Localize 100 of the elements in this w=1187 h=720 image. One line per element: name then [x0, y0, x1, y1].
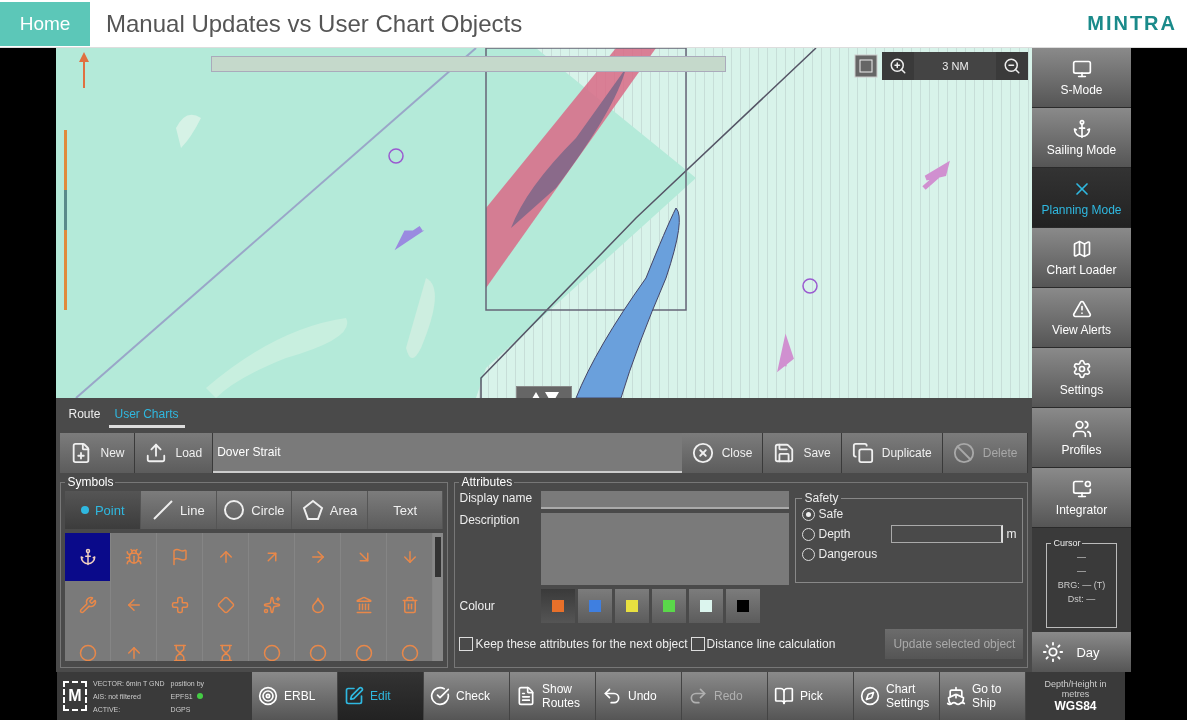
direction-arrow — [395, 225, 424, 251]
zoom-out-button[interactable] — [996, 52, 1029, 80]
bug-icon — [124, 548, 143, 566]
symbol-type-tab[interactable]: Line — [141, 491, 217, 529]
copy-icon — [851, 442, 874, 464]
north-arrow-icon — [78, 52, 91, 88]
cursor-reading: BRG: — (T) — [1057, 579, 1106, 592]
field-label: Description — [459, 513, 521, 527]
ship-icon — [946, 686, 966, 706]
toolbar-button[interactable]: Edit — [338, 672, 424, 720]
edit-icon — [344, 686, 364, 706]
cursor-reading: — — [1077, 565, 1086, 578]
toolbar-button[interactable]: Show Routes — [510, 672, 596, 720]
logo: MINTRA — [1087, 12, 1177, 35]
group-title: Symbols — [66, 475, 115, 489]
toolbar-button[interactable]: Check — [424, 672, 510, 720]
unit-label: m — [1006, 527, 1017, 541]
panel-tab[interactable]: Route — [62, 403, 107, 428]
zoom-in-icon — [889, 57, 908, 75]
symbol-type-tab[interactable]: Point — [65, 491, 142, 529]
alert-icon — [1071, 298, 1092, 319]
mode-button[interactable]: Settings — [1032, 348, 1131, 408]
radio-label: Dangerous — [818, 547, 878, 561]
file-action-button[interactable]: New — [60, 433, 136, 473]
mode-button[interactable]: Sailing Mode — [1032, 108, 1131, 168]
symbol-type-tab[interactable]: Area — [292, 491, 368, 529]
mode-button[interactable]: Chart Loader — [1032, 228, 1131, 288]
anchor-icon — [78, 548, 97, 566]
direction-arrow — [921, 160, 951, 191]
radio-label: Safe — [818, 507, 844, 521]
buoy-marker — [802, 278, 819, 294]
undo-icon — [602, 686, 622, 706]
sparkle-icon — [262, 596, 281, 614]
save-icon — [773, 442, 796, 464]
description-field[interactable] — [541, 513, 790, 585]
close-icon — [691, 442, 714, 464]
mode-button[interactable]: Profiles — [1032, 408, 1131, 468]
line-icon — [152, 499, 175, 521]
chart-action-button[interactable]: Duplicate — [841, 433, 943, 473]
field-label: Display name — [459, 491, 534, 505]
group-title: Cursor — [1052, 538, 1082, 548]
circle-icon — [223, 499, 246, 521]
mode-button[interactable]: S-Mode — [1032, 48, 1131, 108]
symbol-option[interactable] — [65, 533, 112, 581]
day-mode-button[interactable]: Day — [1032, 632, 1131, 672]
direction-arrow — [778, 333, 794, 369]
target-icon — [258, 686, 278, 706]
checkbox-label: Distance line calculation — [706, 637, 836, 651]
toolbar-button[interactable]: ERBL — [252, 672, 338, 720]
colour-option[interactable] — [726, 589, 761, 623]
symbol-type-tab[interactable]: Text — [367, 491, 444, 529]
symbol-type-tab[interactable]: Circle — [216, 491, 293, 529]
depth-field[interactable] — [891, 525, 1004, 543]
mode-button[interactable]: Integrator — [1032, 468, 1131, 528]
document-icon — [516, 686, 536, 706]
flag-icon — [170, 548, 189, 566]
map-icon — [1071, 238, 1092, 259]
app-logo: M — [63, 681, 87, 711]
toolbar-button[interactable]: Pick — [768, 672, 854, 720]
page-title: Manual Updates vs User Chart Objects — [106, 9, 524, 38]
radio-label: Depth — [818, 527, 851, 541]
settings-icon — [1071, 358, 1092, 379]
toolbar-button[interactable]: Go to Ship — [940, 672, 1026, 720]
chart-name-field[interactable]: Dover Strait — [213, 433, 682, 473]
colour-option[interactable] — [652, 589, 687, 623]
scrollbar[interactable] — [433, 533, 444, 661]
datum-caption: Depth/Height in metres — [1043, 679, 1108, 699]
cursor-reading: — — [1077, 551, 1086, 564]
anchor-icon — [1071, 118, 1092, 139]
toolbar-button[interactable]: Undo — [596, 672, 682, 720]
display-name-field[interactable] — [541, 491, 790, 509]
buoy-marker — [388, 148, 405, 164]
field-label: Colour — [459, 599, 496, 613]
scale-label[interactable]: 3 NM — [914, 60, 997, 72]
monitor-icon — [1071, 58, 1092, 79]
toolbar-button[interactable]: Chart Settings — [854, 672, 940, 720]
zoom-out-icon — [1003, 57, 1022, 75]
monitor-icon — [1071, 478, 1092, 499]
cross-icon — [170, 596, 189, 614]
sun-icon — [1042, 641, 1065, 663]
chart-action-button[interactable]: Save — [763, 433, 842, 473]
checkbox[interactable] — [459, 637, 474, 651]
landmark-icon — [354, 596, 373, 614]
mode-button[interactable]: Planning Mode — [1032, 168, 1131, 228]
panel-tab[interactable]: User Charts — [108, 403, 185, 428]
redo-icon — [688, 686, 708, 706]
colour-option[interactable] — [689, 589, 724, 623]
compass-icon — [860, 686, 880, 706]
chart-mode-icon[interactable] — [854, 54, 879, 78]
chart-action-button[interactable]: Close — [681, 433, 764, 473]
colour-option[interactable] — [541, 589, 576, 623]
checkbox[interactable] — [690, 637, 705, 651]
file-action-button[interactable]: Load — [135, 433, 214, 473]
book-icon — [774, 686, 794, 706]
check-icon — [430, 686, 450, 706]
shoal-patch — [176, 114, 202, 148]
diamond-icon — [216, 596, 235, 614]
mode-button[interactable]: View Alerts — [1032, 288, 1131, 348]
zoom-in-button[interactable] — [882, 52, 915, 80]
colour-option[interactable] — [615, 589, 650, 623]
